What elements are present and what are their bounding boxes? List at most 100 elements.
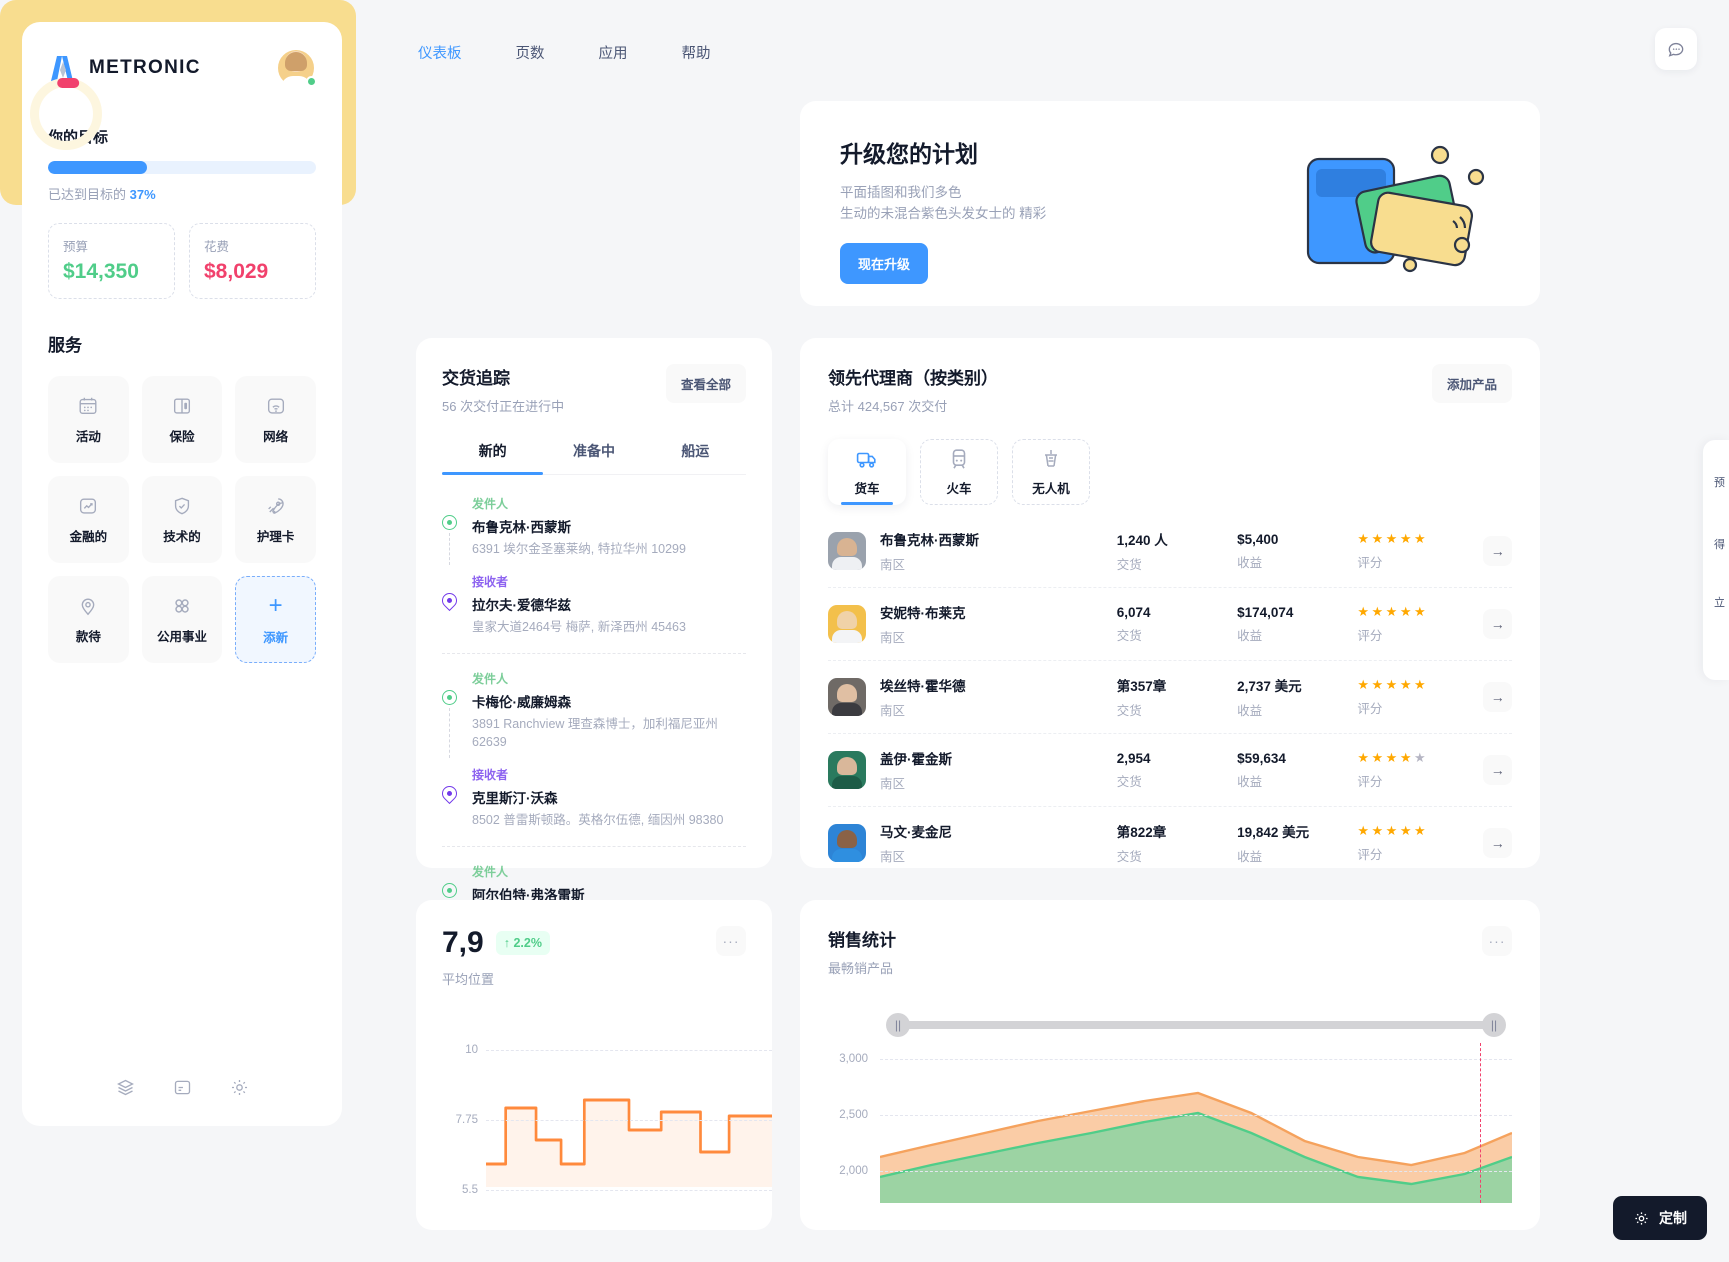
table-row[interactable]: 埃丝特·霍华德 南区 第357章 交货 2,737 美元 收益 ★ ★ ★ ★ ★ 评分 bbox=[828, 661, 1513, 734]
mode-tab-train[interactable]: 火车 bbox=[920, 439, 998, 505]
agent-region: 南区 bbox=[880, 850, 906, 864]
view-all-button[interactable]: 查看全部 bbox=[665, 364, 746, 403]
star-icon: ★ bbox=[1413, 823, 1427, 838]
chart-marker-line bbox=[1480, 1043, 1482, 1203]
service-cell-add-new[interactable]: + 添新 bbox=[235, 576, 316, 663]
service-label: 技术的 bbox=[163, 529, 201, 544]
service-cell-network[interactable]: 网络 bbox=[235, 376, 316, 463]
nav-item-apps[interactable]: 应用 bbox=[591, 36, 636, 69]
nav-item-pages[interactable]: 页数 bbox=[508, 36, 553, 69]
service-cell-financial[interactable]: 金融的 bbox=[48, 476, 129, 563]
service-cell-events[interactable]: 活动 bbox=[48, 376, 129, 463]
slider-track[interactable] bbox=[894, 1021, 1498, 1029]
sender-label: 发件人 bbox=[472, 497, 509, 511]
sender-info: 发件人 卡梅伦·威廉姆森 3891 Ranchview 理查森博士，加利福尼亚州… bbox=[472, 670, 746, 753]
agent-identity: 马文·麦金尼 南区 bbox=[880, 821, 1117, 865]
star-icon: ★ bbox=[1357, 604, 1370, 619]
chat-icon bbox=[1666, 39, 1686, 59]
service-cell-utilities[interactable]: 公用事业 bbox=[141, 576, 223, 663]
table-row[interactable]: 盖伊·霍金斯 南区 2,954 交货 $59,634 收益 ★ ★ ★ ★ ★ 评分 bbox=[828, 734, 1513, 807]
nav-item-help[interactable]: 帮助 bbox=[674, 36, 719, 69]
customize-button[interactable]: 定制 bbox=[1613, 1196, 1707, 1240]
star-icon: ★ bbox=[1399, 823, 1412, 838]
arrow-right-icon[interactable]: → bbox=[1483, 828, 1513, 858]
stat-spent-value: $8,029 bbox=[204, 260, 269, 283]
stat-spent: 花费 $8,029 bbox=[189, 223, 316, 299]
agent-revenue: $174,074 收益 bbox=[1237, 605, 1357, 644]
table-row[interactable]: 马文·麦金尼 南区 第822章 交货 19,842 美元 收益 ★ ★ ★ ★ ★ 评分 bbox=[828, 807, 1513, 879]
services-grid: 活动 保险 网络 金融的 技术的 护理卡 款待 公用事业 + 添新 bbox=[48, 376, 316, 663]
agent-name: 马文·麦金尼 bbox=[880, 825, 952, 840]
arrow-right-icon[interactable]: → bbox=[1483, 682, 1513, 712]
stat-spent-label: 花费 bbox=[204, 240, 230, 254]
arrow-right-icon[interactable]: → bbox=[1483, 609, 1513, 639]
note-icon[interactable] bbox=[172, 1077, 193, 1098]
mode-tab-drone[interactable]: 无人机 bbox=[1012, 439, 1090, 505]
sales-area-chart: 3,000 2,500 2,000 bbox=[828, 1043, 1512, 1203]
slider-handle-right[interactable]: || bbox=[1482, 1013, 1506, 1037]
agent-delivery-label: 交货 bbox=[1116, 774, 1142, 789]
mode-tab-truck[interactable]: 货车 bbox=[828, 439, 906, 505]
add-product-button[interactable]: 添加产品 bbox=[1431, 364, 1512, 403]
star-icon-empty: ★ bbox=[1413, 750, 1427, 765]
right-edge-panel: 预 得 立 bbox=[1703, 440, 1729, 680]
agent-revenue-value: $5,400 bbox=[1237, 531, 1279, 547]
sender-marker bbox=[442, 495, 460, 565]
sales-title: 销售统计 bbox=[828, 931, 896, 950]
position-line-chart: 10 7.75 5.5 bbox=[442, 1012, 772, 1196]
star-rating: ★ ★ ★ ★ ★ bbox=[1357, 750, 1483, 766]
ellipsis-icon[interactable]: ··· bbox=[1482, 926, 1512, 956]
tab-shipping[interactable]: 船运 bbox=[645, 441, 746, 474]
star-icon: ★ bbox=[1385, 531, 1398, 546]
avatar[interactable] bbox=[276, 48, 317, 88]
ellipsis-icon[interactable]: ··· bbox=[716, 926, 746, 956]
star-rating: ★ ★ ★ ★ ★ bbox=[1357, 604, 1483, 620]
slider-handle-left[interactable]: || bbox=[886, 1013, 910, 1037]
ytick-label: 2,500 bbox=[839, 1109, 868, 1121]
star-icon: ★ bbox=[1371, 677, 1384, 692]
dashboard-root: METRONIC 你的目标 已达到目标的 37% 预算 $14,350 花费 $… bbox=[0, 0, 1729, 1262]
sender-marker bbox=[442, 670, 460, 758]
arrow-right-icon[interactable]: → bbox=[1483, 536, 1513, 566]
gear-icon[interactable] bbox=[229, 1077, 250, 1098]
service-cell-hospitality[interactable]: 款待 bbox=[48, 576, 129, 663]
goal-progress-prefix: 已达到目标的 bbox=[48, 187, 127, 202]
sender-label: 发件人 bbox=[472, 864, 509, 879]
service-label: 护理卡 bbox=[256, 529, 295, 544]
nav-item-dashboard[interactable]: 仪表板 bbox=[410, 36, 470, 69]
table-row[interactable]: 布鲁克林·西蒙斯 南区 1,240 人 交货 $5,400 收益 ★ ★ ★ ★ ★ 评… bbox=[828, 515, 1513, 588]
star-icon: ★ bbox=[1399, 750, 1412, 765]
delivery-receiver-row: 接收者 克里斯汀·沃森 8502 普雷斯顿路。英格尔伍德, 缅因州 98380 bbox=[438, 766, 746, 830]
arrow-right-icon[interactable]: → bbox=[1483, 755, 1513, 785]
position-value: 7,9 bbox=[442, 926, 484, 959]
agent-delivery-label: 交货 bbox=[1116, 704, 1142, 718]
sales-statistics-card: 销售统计 最畅销产品 ··· || || 3,000 2,500 2,000 bbox=[800, 900, 1540, 1230]
delivery-track-list: 发件人 布鲁克林·西蒙斯 6391 埃尔金圣塞莱纳, 特拉华州 10299 接收… bbox=[438, 495, 746, 920]
star-icon: ★ bbox=[1371, 531, 1384, 546]
layers-icon[interactable] bbox=[115, 1077, 136, 1098]
agent-rating: ★ ★ ★ ★ ★ 评分 bbox=[1357, 677, 1483, 717]
agent-rating: ★ ★ ★ ★ ★ 评分 bbox=[1357, 531, 1483, 571]
shield-check-icon bbox=[171, 495, 193, 517]
avatar bbox=[828, 824, 866, 862]
agent-region: 南区 bbox=[880, 558, 906, 572]
sales-range-slider[interactable]: || || bbox=[828, 1013, 1512, 1037]
online-status-dot bbox=[306, 76, 317, 87]
star-icon: ★ bbox=[1385, 677, 1398, 692]
circle-dot-icon bbox=[442, 515, 457, 530]
tab-preparing[interactable]: 准备中 bbox=[543, 441, 644, 474]
upgrade-now-button[interactable]: 现在升级 bbox=[840, 242, 929, 284]
chat-button[interactable] bbox=[1655, 28, 1697, 70]
goal-progress-label: 已达到目标的 37% bbox=[48, 184, 316, 203]
tab-new[interactable]: 新的 bbox=[442, 441, 544, 475]
agent-delivery: 1,240 人 交货 bbox=[1117, 529, 1237, 573]
service-label: 公用事业 bbox=[156, 629, 207, 644]
table-row[interactable]: 安妮特·布莱克 南区 6,074 交货 $174,074 收益 ★ ★ ★ ★ ★ 评分 bbox=[828, 588, 1513, 661]
service-cell-carecard[interactable]: 护理卡 bbox=[235, 476, 316, 563]
service-cell-technical[interactable]: 技术的 bbox=[141, 476, 223, 563]
receiver-marker bbox=[438, 766, 461, 830]
service-cell-insurance[interactable]: 保险 bbox=[141, 376, 223, 463]
upgrade-plan-card: 升级您的计划 平面插图和我们多色 生动的未混合紫色头发女士的 精彩 现在升级 bbox=[800, 101, 1540, 306]
agent-region: 南区 bbox=[880, 631, 906, 645]
agent-rating: ★ ★ ★ ★ ★ 评分 bbox=[1357, 750, 1483, 790]
